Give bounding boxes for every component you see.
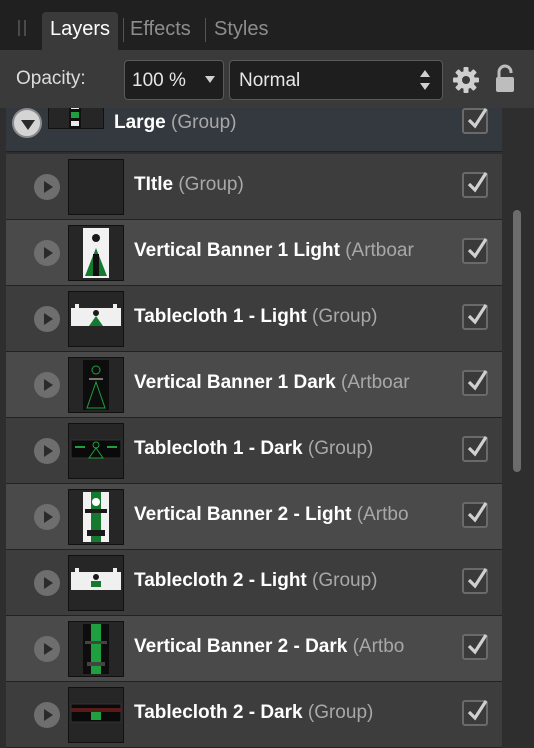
layer-kind: (Artbo <box>356 504 409 525</box>
layer-kind: (Artbo <box>352 636 405 657</box>
visibility-checkbox[interactable] <box>462 370 488 396</box>
layer-kind: (Group) <box>171 112 237 133</box>
tab-effects[interactable]: Effects <box>122 12 199 50</box>
expand-icon[interactable] <box>34 504 60 530</box>
layer-name: Vertical Banner 1 Dark <box>134 372 336 393</box>
layer-row[interactable]: TItle (Group) <box>6 154 502 220</box>
layer-kind: (Group) <box>307 702 374 723</box>
panel-tab-bar: Layers Effects Styles <box>0 0 534 50</box>
layer-thumbnail <box>68 159 124 215</box>
layer-thumbnail <box>68 555 124 611</box>
layers-list: Large (Group) TItle (Group) Vertical Ban… <box>0 108 534 748</box>
vertical-scrollbar[interactable] <box>513 210 521 472</box>
layer-name: Tablecloth 2 - Light <box>134 570 307 591</box>
layer-kind: (Group) <box>312 306 378 327</box>
layer-thumbnail <box>68 225 124 281</box>
layer-row[interactable]: Vertical Banner 1 Dark (Artboar <box>6 352 502 418</box>
tab-styles[interactable]: Styles <box>206 12 276 50</box>
layer-kind: (Artboar <box>345 240 414 261</box>
layer-name: Vertical Banner 2 - Light <box>134 504 352 525</box>
layer-label: Vertical Banner 2 - Light (Artbo <box>134 504 450 526</box>
layer-thumbnail <box>68 687 124 743</box>
layer-thumbnail <box>68 291 124 347</box>
layer-label: Large (Group) <box>114 112 430 134</box>
stepper-arrows-icon <box>420 70 430 90</box>
visibility-checkbox[interactable] <box>462 436 488 462</box>
layer-name: Tablecloth 1 - Light <box>134 306 307 327</box>
expand-icon[interactable] <box>34 702 60 728</box>
layer-name: Large <box>114 112 166 133</box>
layer-kind: (Group) <box>307 438 374 459</box>
opacity-value: 100 % <box>132 70 186 91</box>
opacity-label: Opacity: <box>16 68 86 89</box>
chevron-down-icon <box>205 76 215 83</box>
lock-icon[interactable] <box>494 64 516 94</box>
visibility-checkbox[interactable] <box>462 502 488 528</box>
visibility-checkbox[interactable] <box>462 108 488 134</box>
layer-kind: (Artboar <box>341 372 410 393</box>
layer-label: Vertical Banner 1 Light (Artboar <box>134 240 450 262</box>
layer-name: Vertical Banner 1 Light <box>134 240 340 261</box>
layer-row[interactable]: Vertical Banner 2 - Dark (Artbo <box>6 616 502 682</box>
expand-icon[interactable] <box>34 240 60 266</box>
layer-name: TItle <box>134 174 174 195</box>
layer-thumbnail <box>68 489 124 545</box>
layer-thumbnail <box>68 357 124 413</box>
layer-kind: (Group) <box>178 174 244 195</box>
visibility-checkbox[interactable] <box>462 568 488 594</box>
layer-thumbnail <box>68 423 124 479</box>
layer-label: Tablecloth 1 - Light (Group) <box>134 306 450 328</box>
layer-label: Vertical Banner 2 - Dark (Artbo <box>134 636 450 658</box>
tab-layers[interactable]: Layers <box>42 12 119 50</box>
layer-name: Tablecloth 2 - Dark <box>134 702 303 723</box>
blend-mode-value: Normal <box>239 70 301 91</box>
visibility-checkbox[interactable] <box>462 172 488 198</box>
expand-icon[interactable] <box>34 570 60 596</box>
layer-name: Vertical Banner 2 - Dark <box>134 636 348 657</box>
blend-mode-select[interactable]: Normal <box>229 60 443 100</box>
expand-icon[interactable] <box>34 636 60 662</box>
expand-icon[interactable] <box>34 372 60 398</box>
visibility-checkbox[interactable] <box>462 700 488 726</box>
layer-kind: (Group) <box>312 570 378 591</box>
collapse-icon[interactable] <box>12 108 42 138</box>
layer-label: Tablecloth 1 - Dark (Group) <box>134 438 450 460</box>
gear-icon[interactable] <box>452 66 480 94</box>
expand-icon[interactable] <box>34 438 60 464</box>
visibility-checkbox[interactable] <box>462 634 488 660</box>
layer-row[interactable]: Tablecloth 1 - Dark (Group) <box>6 418 502 484</box>
drag-grip-icon[interactable] <box>18 20 28 36</box>
layer-thumbnail <box>68 621 124 677</box>
layer-row[interactable]: Vertical Banner 2 - Light (Artbo <box>6 484 502 550</box>
layer-row[interactable]: Large (Group) <box>6 108 502 152</box>
layer-label: Tablecloth 2 - Light (Group) <box>134 570 450 592</box>
layer-label: Vertical Banner 1 Dark (Artboar <box>134 372 450 394</box>
layer-row[interactable]: Tablecloth 2 - Light (Group) <box>6 550 502 616</box>
layer-row[interactable]: Tablecloth 1 - Light (Group) <box>6 286 502 352</box>
expand-icon[interactable] <box>34 306 60 332</box>
layer-row[interactable]: Vertical Banner 1 Light (Artboar <box>6 220 502 286</box>
layer-label: TItle (Group) <box>134 174 450 196</box>
layer-label: Tablecloth 2 - Dark (Group) <box>134 702 450 724</box>
visibility-checkbox[interactable] <box>462 304 488 330</box>
opacity-dropdown[interactable]: 100 % <box>124 60 224 100</box>
layer-thumbnail <box>48 108 104 129</box>
visibility-checkbox[interactable] <box>462 238 488 264</box>
expand-icon[interactable] <box>34 174 60 200</box>
layer-name: Tablecloth 1 - Dark <box>134 438 303 459</box>
layer-row[interactable]: Tablecloth 2 - Dark (Group) <box>6 682 502 748</box>
